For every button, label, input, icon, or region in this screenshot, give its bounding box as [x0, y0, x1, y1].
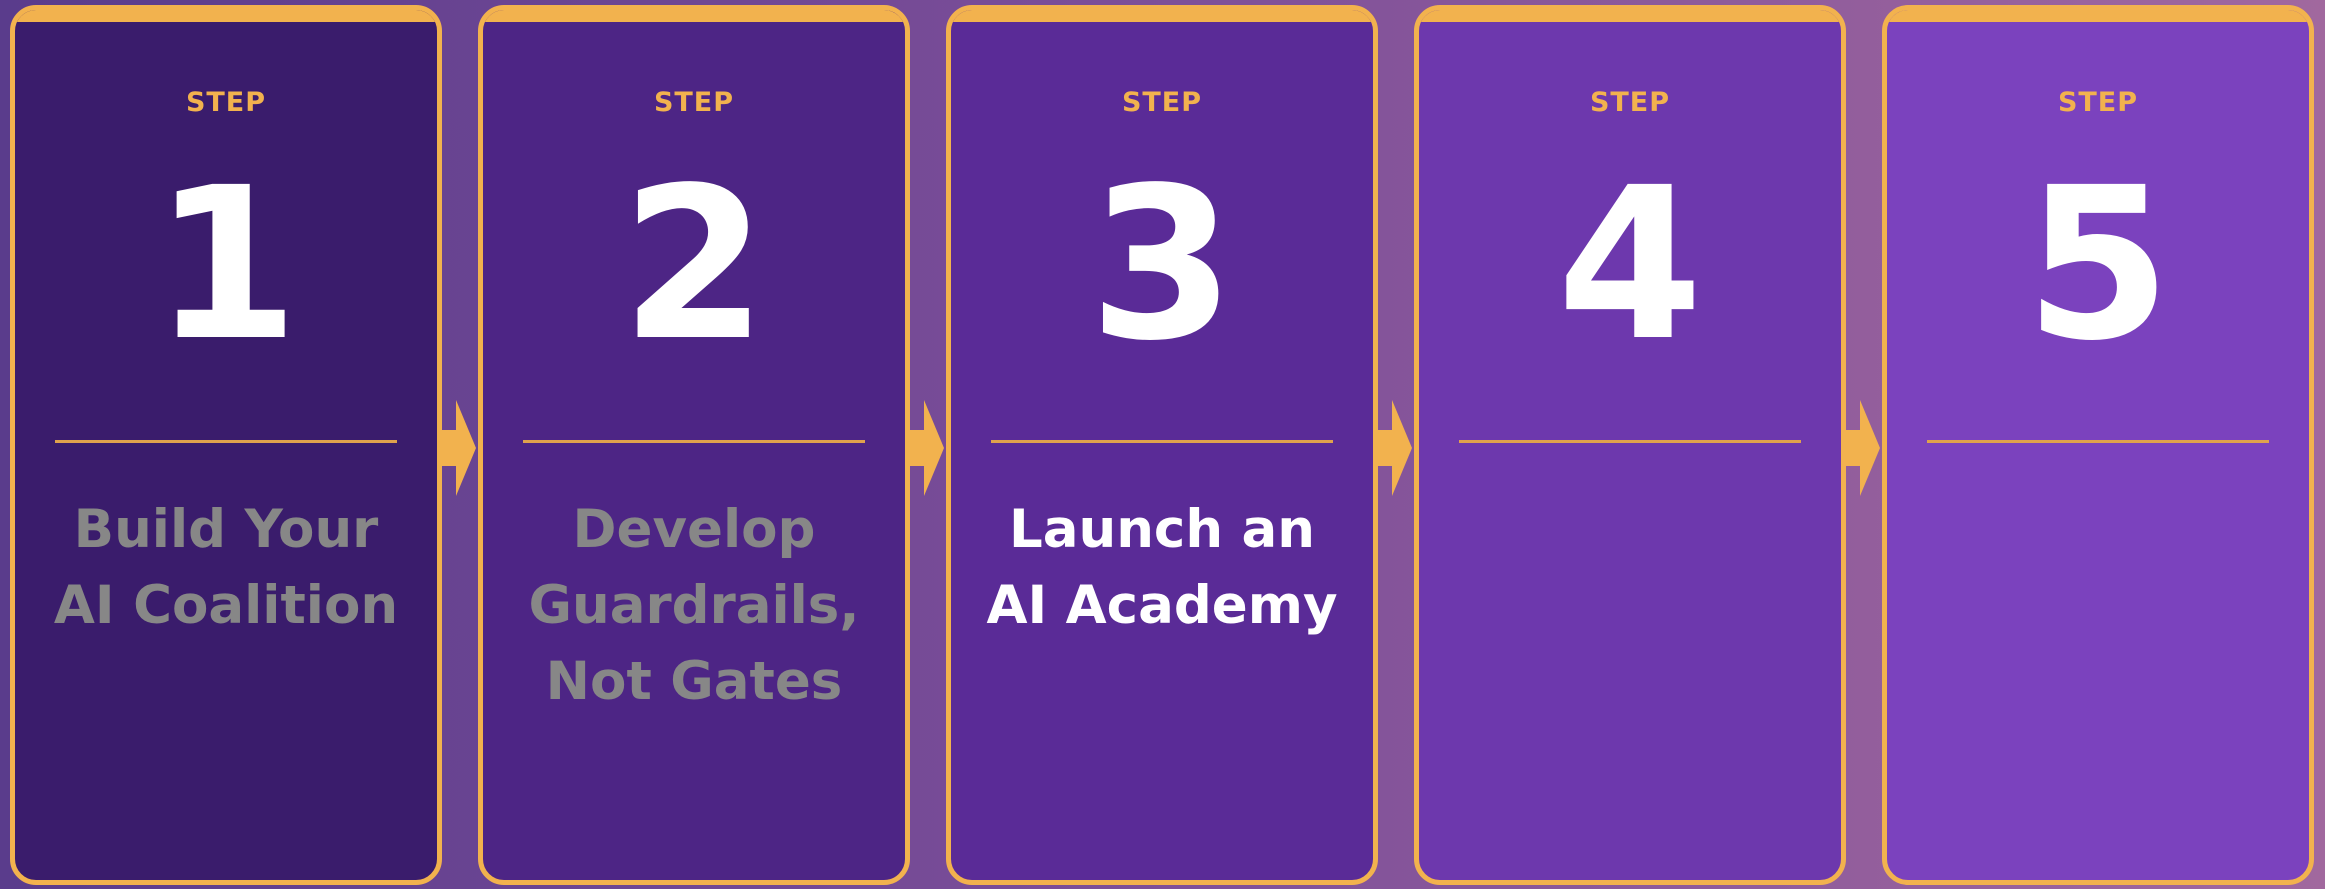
- step-label: STEP: [1589, 87, 1671, 118]
- card-divider: [1459, 440, 1801, 443]
- arrow-right-icon: [442, 400, 476, 496]
- card-divider: [991, 440, 1333, 443]
- step-title: Develop Guardrails, Not Gates: [483, 492, 905, 720]
- step-label: STEP: [185, 87, 267, 118]
- step-card-5: STEP 5: [1882, 5, 2314, 885]
- card-divider: [1927, 440, 2269, 443]
- arrow-right-icon: [1846, 400, 1880, 496]
- step-card-1: STEP 1 Build Your AI Coalition: [10, 5, 442, 885]
- step-number: 3: [1088, 142, 1236, 387]
- step-label: STEP: [1121, 87, 1203, 118]
- step-title: Launch an AI Academy: [951, 492, 1373, 644]
- step-title-line: AI Academy: [986, 575, 1338, 636]
- card-top-bar: [1419, 10, 1841, 22]
- step-card-2: STEP 2 Develop Guardrails, Not Gates: [478, 5, 910, 885]
- card-top-bar: [15, 10, 437, 22]
- step-card-4: STEP 4: [1414, 5, 1846, 885]
- card-top-bar: [951, 10, 1373, 22]
- card-divider: [523, 440, 865, 443]
- step-title-line: Not Gates: [545, 651, 843, 712]
- step-title-line: Guardrails,: [528, 575, 860, 636]
- step-title-line: Build Your: [73, 499, 379, 560]
- arrow-right-icon: [910, 400, 944, 496]
- step-number: 1: [152, 142, 300, 387]
- card-divider: [55, 440, 397, 443]
- steps-flow: STEP 1 Build Your AI Coalition STEP 2 De…: [0, 0, 2325, 889]
- card-top-bar: [1887, 10, 2309, 22]
- step-title-line: Launch an: [1008, 499, 1316, 560]
- step-number: 2: [620, 142, 768, 387]
- step-card-3: STEP 3 Launch an AI Academy: [946, 5, 1378, 885]
- step-label: STEP: [653, 87, 735, 118]
- step-title-line: AI Coalition: [53, 575, 399, 636]
- step-number: 5: [2024, 142, 2172, 387]
- card-top-bar: [483, 10, 905, 22]
- arrow-right-icon: [1378, 400, 1412, 496]
- step-title: Build Your AI Coalition: [15, 492, 437, 644]
- step-label: STEP: [2057, 87, 2139, 118]
- step-title-line: Develop: [572, 499, 816, 560]
- step-number: 4: [1556, 142, 1704, 387]
